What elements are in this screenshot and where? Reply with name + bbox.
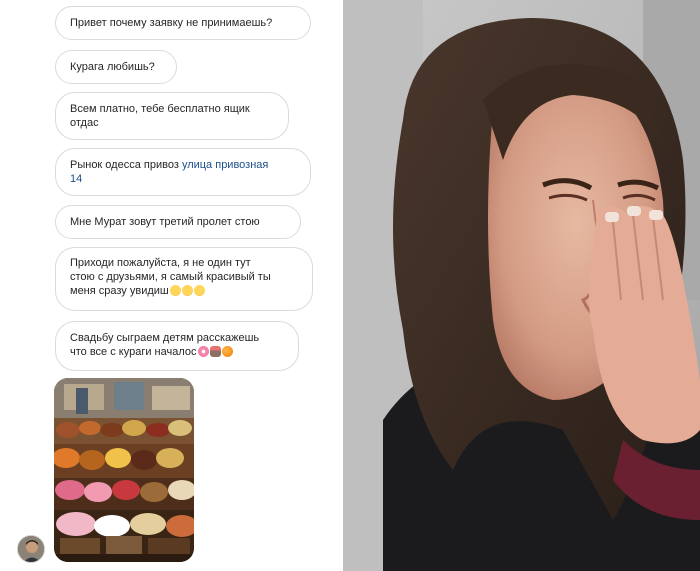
message-bubble[interactable]: Свадьбу сыграем детям расскажешь что все… xyxy=(55,321,299,371)
bouquet-icon xyxy=(209,346,221,357)
message-text: Свадьбу сыграем детям расскажешь xyxy=(70,332,260,344)
message-bubble[interactable]: Курага любишь? xyxy=(55,50,177,84)
message-text: стою с друзьями, я самый красивый ты xyxy=(70,271,271,283)
smiling-face-icon xyxy=(193,285,205,296)
address-link[interactable]: улица привозная xyxy=(182,159,268,171)
crying-woman-icon xyxy=(343,0,700,571)
message-text: Мне Мурат зовут третий пролет стою xyxy=(70,216,260,228)
message-text: что все с кураги началос xyxy=(70,346,197,358)
tangerine-icon xyxy=(221,346,233,357)
address-link[interactable]: 14 xyxy=(70,172,296,186)
message-bubble[interactable]: Привет почему заявку не принимаешь? xyxy=(55,6,311,40)
message-text: отдас xyxy=(70,117,99,129)
sender-avatar[interactable] xyxy=(17,535,45,563)
message-bubble[interactable]: Рынок одесса привоз улица привозная 14 xyxy=(55,148,311,196)
message-bubble[interactable]: Приходи пожалуйста, я не один тут стою с… xyxy=(55,247,313,311)
market-photo xyxy=(54,378,194,562)
smiling-face-icon xyxy=(181,285,193,296)
message-text: Всем платно, тебе бесплатно ящик xyxy=(70,103,250,115)
crying-woman-photo xyxy=(343,0,700,571)
message-text: Рынок одесса привоз xyxy=(70,159,182,171)
market-photo-attachment[interactable] xyxy=(54,378,194,562)
message-bubble[interactable]: Всем платно, тебе бесплатно ящик отдас xyxy=(55,92,289,140)
message-text: Приходи пожалуйста, я не один тут xyxy=(70,257,251,269)
message-text: Привет почему заявку не принимаешь? xyxy=(70,17,273,29)
chat-panel: Привет почему заявку не принимаешь? Кура… xyxy=(0,0,343,571)
message-text: Курага любишь? xyxy=(70,61,155,73)
avatar-icon xyxy=(18,536,44,562)
cherry-blossom-icon xyxy=(197,346,209,357)
message-bubble[interactable]: Мне Мурат зовут третий пролет стою xyxy=(55,205,301,239)
smiling-face-icon xyxy=(169,285,181,296)
message-text: меня сразу увидиш xyxy=(70,285,169,297)
